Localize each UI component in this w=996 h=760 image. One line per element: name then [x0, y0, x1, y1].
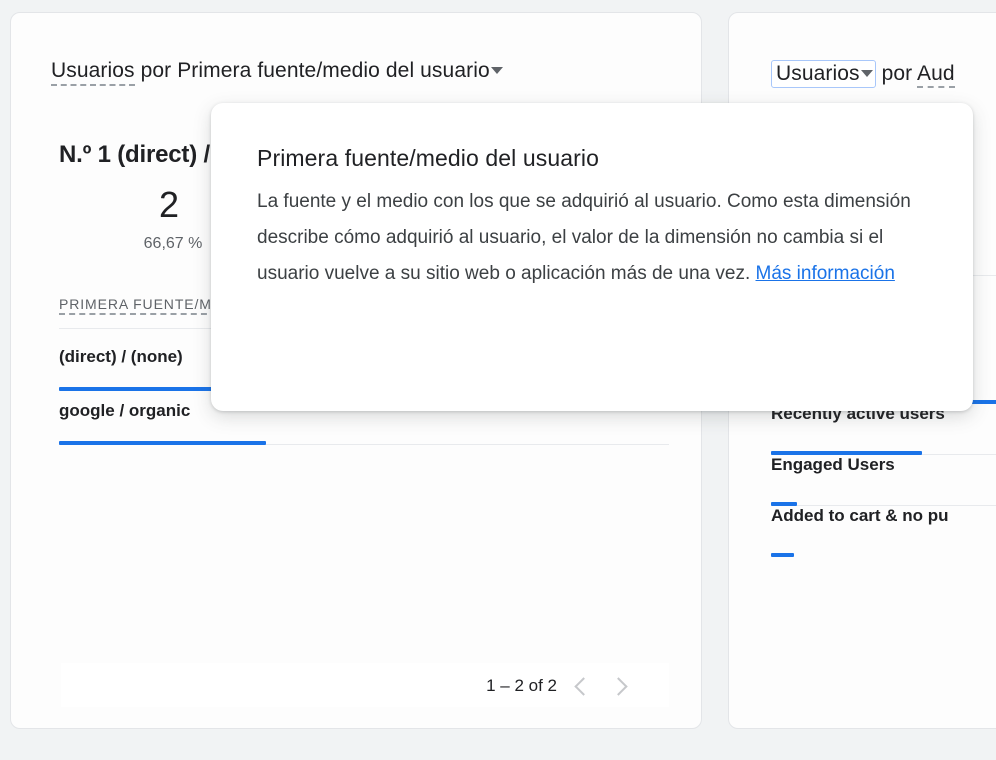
left-row-label: (direct) / (none) — [59, 347, 183, 367]
left-dimension-label: Primera fuente/medio del usuario — [177, 59, 490, 82]
left-dimension-selector[interactable]: Primera fuente/medio del usuario — [177, 59, 503, 82]
left-row-bar — [59, 441, 266, 445]
right-row-label: Engaged Users — [771, 455, 895, 475]
tooltip-body: La fuente y el medio con los que se adqu… — [257, 184, 927, 292]
pagination-prev-button[interactable] — [569, 673, 595, 699]
chevron-right-icon — [609, 677, 627, 695]
chevron-down-icon[interactable] — [861, 70, 873, 77]
left-card-footer: 1 – 2 of 2 — [61, 663, 669, 707]
chevron-down-icon[interactable] — [491, 67, 503, 74]
left-pagination: 1 – 2 of 2 — [486, 673, 633, 699]
left-metric-selector[interactable]: Usuarios — [51, 59, 135, 86]
left-card-header: Usuarios por Primera fuente/medio del us… — [51, 59, 503, 86]
list-item[interactable]: Recently active users — [771, 404, 996, 455]
right-row-track — [771, 556, 996, 557]
right-row-bar — [771, 553, 794, 557]
dimension-tooltip: Primera fuente/medio del usuario La fuen… — [211, 103, 973, 411]
left-row-label: google / organic — [59, 401, 190, 421]
chevron-left-icon — [574, 677, 592, 695]
pagination-range-label: 1 – 2 of 2 — [486, 676, 557, 696]
tooltip-learn-more-link[interactable]: Más información — [756, 263, 895, 284]
right-metric-label: Usuarios — [776, 62, 860, 85]
list-item[interactable]: Engaged Users — [771, 455, 996, 506]
tooltip-title: Primera fuente/medio del usuario — [257, 145, 927, 172]
right-dimension-selector[interactable]: Aud — [917, 62, 955, 88]
right-card-header: Usuarios por Aud — [771, 60, 955, 88]
right-row-label: Added to cart & no pu — [771, 506, 949, 526]
right-metric-selector[interactable]: Usuarios — [771, 60, 876, 88]
list-item[interactable]: Added to cart & no pu — [771, 506, 996, 557]
right-header-connector: por — [882, 62, 913, 85]
pagination-next-button[interactable] — [607, 673, 633, 699]
left-header-connector: por — [141, 59, 172, 82]
